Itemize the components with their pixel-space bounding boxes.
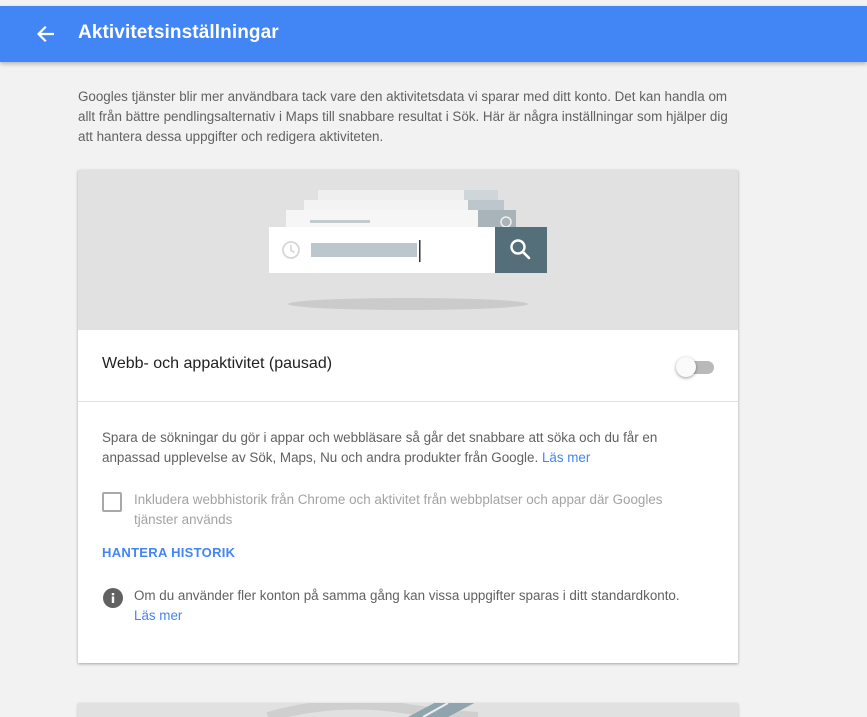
activity-header: Webb- och appaktivitet (pausad) [78,330,738,402]
info-message: Om du använder fler konton på samma gång… [134,588,680,603]
manage-history-button[interactable]: HANTERA HISTORIK [102,545,235,560]
toggle-thumb [676,357,696,377]
page-title: Aktivitetsinställningar [78,22,279,43]
activity-toggle[interactable] [676,357,716,377]
activity-title: Webb- och appaktivitet (pausad) [102,355,333,372]
checkbox-label: Inkludera webbhistorik från Chrome och a… [134,492,663,527]
info-text: Om du använder fler konton på samma gång… [134,586,714,626]
info-learn-more-link[interactable]: Läs mer [134,608,182,623]
hero-illustration [78,170,738,330]
info-icon [103,588,123,608]
intro-text: Googles tjänster blir mer användbara tac… [78,89,728,144]
next-card [78,703,738,717]
learn-more-link[interactable]: Läs mer [542,450,590,465]
back-button[interactable] [32,22,58,46]
chrome-history-checkbox[interactable] [102,492,122,512]
activity-card: Webb- och appaktivitet (pausad) Spara de… [78,170,738,663]
activity-description: Spara de sökningar du gör i appar och we… [102,428,662,468]
arrow-back-icon [36,26,54,42]
app-bar: Aktivitetsinställningar [0,6,867,62]
